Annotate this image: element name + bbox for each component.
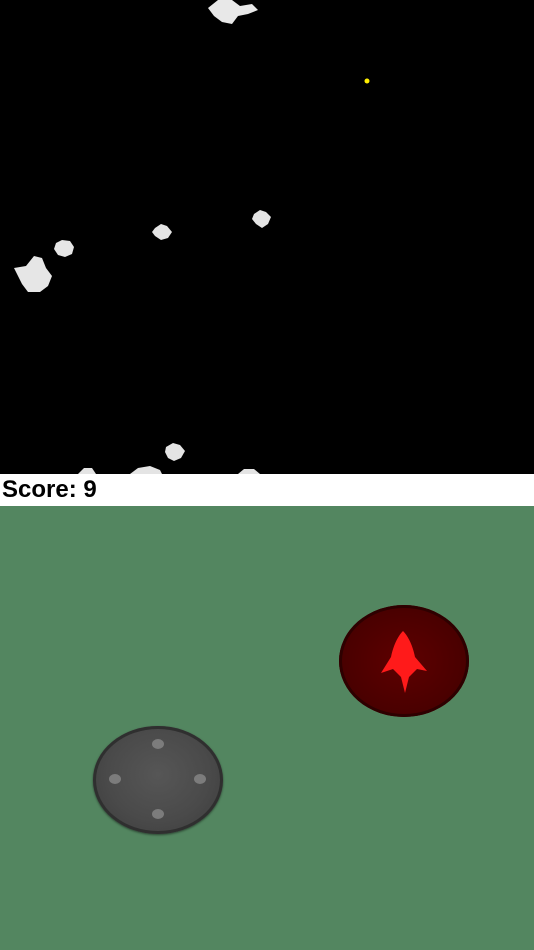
- joystick-right-dot: [194, 774, 206, 784]
- score-bar: Score: 9: [0, 474, 534, 506]
- bullet: [364, 78, 370, 84]
- controls-panel: [0, 506, 534, 950]
- asteroid-small-2: [152, 224, 172, 240]
- asteroid-small-1: [252, 210, 271, 228]
- asteroid-fragment-2: [130, 466, 162, 474]
- joystick-up-dot: [152, 739, 164, 749]
- asteroid-small-3: [54, 240, 74, 257]
- joystick-left-dot: [109, 774, 121, 784]
- asteroid-small-4: [165, 443, 185, 461]
- score-label: Score:: [2, 476, 77, 503]
- fire-button[interactable]: [339, 605, 469, 717]
- game-viewport: [0, 0, 534, 474]
- score-value: 9: [83, 476, 97, 503]
- score-text: Score: 9: [0, 476, 97, 504]
- space-field: [14, 0, 370, 474]
- asteroid-medium-left: [14, 256, 52, 292]
- joystick-down-dot: [152, 809, 164, 819]
- asteroid-large-top: [208, 0, 258, 24]
- joystick[interactable]: [93, 726, 223, 834]
- rocket-ship-icon: [381, 631, 427, 693]
